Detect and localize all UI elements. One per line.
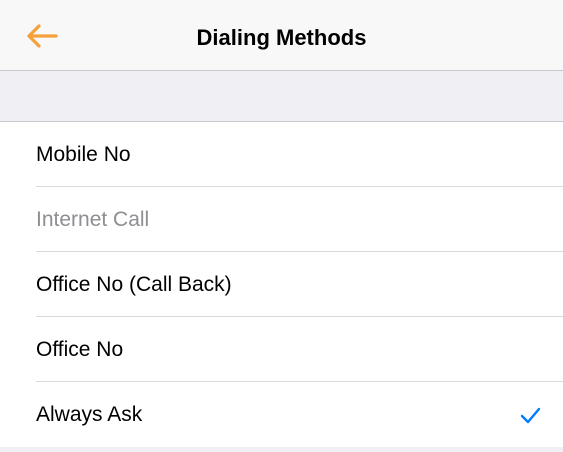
dialing-methods-list: Mobile No Internet Call Office No (Call …	[0, 122, 563, 447]
option-internet-call: Internet Call	[0, 187, 563, 252]
checkmark-icon	[520, 407, 541, 424]
option-label: Internet Call	[36, 207, 150, 231]
page-title: Dialing Methods	[196, 25, 367, 50]
option-office-no[interactable]: Office No	[0, 317, 563, 382]
option-always-ask[interactable]: Always Ask	[0, 382, 563, 447]
navigation-bar: Dialing Methods	[0, 0, 563, 71]
option-label: Office No (Call Back)	[36, 272, 232, 296]
arrow-left-icon	[27, 24, 58, 48]
dialing-methods-screen: Dialing Methods Mobile No Internet Call …	[0, 0, 563, 452]
back-button[interactable]	[26, 14, 74, 58]
option-label: Mobile No	[36, 142, 131, 166]
option-label: Office No	[36, 337, 124, 361]
section-header-spacer	[0, 71, 563, 122]
option-label: Always Ask	[36, 402, 143, 426]
option-mobile-no[interactable]: Mobile No	[0, 122, 563, 187]
option-office-no-call-back[interactable]: Office No (Call Back)	[0, 252, 563, 317]
